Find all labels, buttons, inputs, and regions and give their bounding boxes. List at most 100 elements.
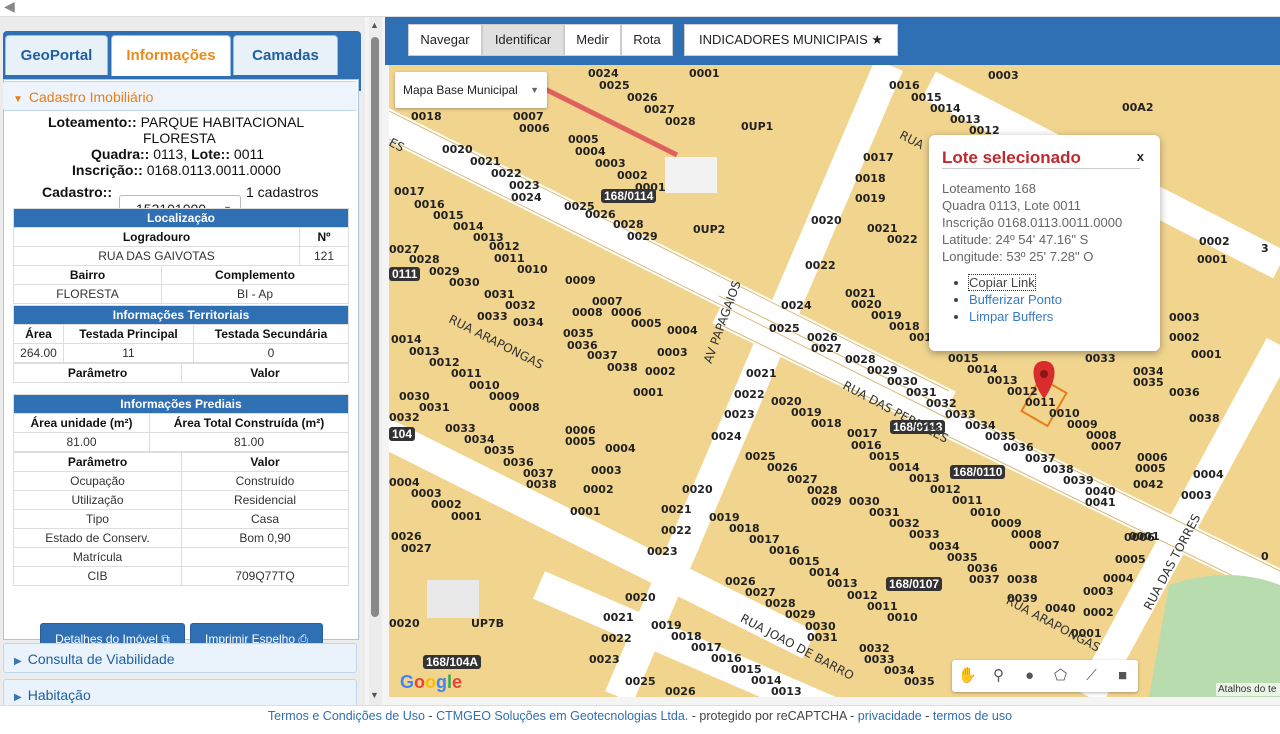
- popup-inscricao: Inscrição 0168.0113.0011.0000: [942, 215, 1123, 230]
- lot-label: 0002: [1169, 331, 1200, 344]
- rota-button[interactable]: Rota: [621, 24, 673, 56]
- lot-label: 0027: [811, 342, 842, 355]
- loteamento-value-2: FLORESTA: [143, 130, 216, 146]
- bufferizar-ponto-link[interactable]: Bufferizar Ponto: [969, 292, 1062, 307]
- polyline-icon[interactable]: ⟋: [1076, 660, 1107, 692]
- valor-header: Valor: [181, 452, 349, 472]
- lot-label: 0038: [1189, 412, 1220, 425]
- lot-label: 0020: [625, 591, 656, 604]
- territoriais-title: Informações Territoriais: [13, 305, 349, 325]
- company-link[interactable]: CTMGEO Soluções em Geotecnologias Ltda.: [436, 709, 688, 723]
- lot-label: 0004: [667, 324, 698, 337]
- lot-label: 0041: [1085, 496, 1116, 509]
- inscricao-line: Inscrição:: 0168.0113.0011.0000: [72, 162, 281, 178]
- inscricao-value: 0168.0113.0011.0000: [146, 162, 281, 178]
- quadra-label: 168/0110: [950, 465, 1006, 479]
- indicadores-municipais-button[interactable]: INDICADORES MUNICIPAIS ★: [684, 24, 898, 56]
- scrollbar-thumb[interactable]: [371, 37, 379, 617]
- browser-topbar: ◀: [0, 0, 1280, 17]
- lot-label: 0021: [603, 611, 634, 624]
- lot-label: 0005: [565, 435, 596, 448]
- lot-label: 0001: [1129, 530, 1160, 543]
- lot-label: 0022: [805, 259, 836, 272]
- basemap-select[interactable]: Mapa Base Municipal ▼: [395, 72, 547, 108]
- lot-label: 0035: [1133, 376, 1164, 389]
- section-cadastro-imobiliario[interactable]: ▼ Cadastro Imobiliário: [3, 81, 357, 111]
- lot-label: 0001: [570, 505, 601, 518]
- medir-button[interactable]: Medir: [564, 24, 621, 56]
- lot-label: 0040: [1045, 602, 1076, 615]
- param-key: Ocupação: [13, 471, 182, 491]
- basemap-label: Mapa Base Municipal: [403, 83, 518, 97]
- lot-label: 0020: [682, 483, 713, 496]
- cadastro-count: 1 cadastros: [246, 184, 319, 200]
- parametro-header: Parâmetro: [13, 363, 182, 383]
- section-consulta-viabilidade[interactable]: ▶ Consulta de Viabilidade: [3, 643, 357, 673]
- caret-right-icon: ▶: [14, 656, 22, 667]
- privacy-link[interactable]: privacidade: [858, 709, 922, 723]
- identificar-button[interactable]: Identificar: [482, 24, 564, 56]
- popup-title: Lote selecionado: [942, 148, 1081, 167]
- rectangle-icon[interactable]: ■: [1107, 660, 1138, 692]
- area-total-value: 81.00: [149, 432, 349, 452]
- lot-label: 0001: [451, 510, 482, 523]
- lot-label: 0005: [1115, 553, 1146, 566]
- marker-dot: [1040, 370, 1048, 378]
- lot-label: 0031: [419, 401, 450, 414]
- lot-label: 0025: [599, 79, 630, 92]
- quadra-value: 0113,: [153, 146, 188, 162]
- lot-label: 0002: [1083, 606, 1114, 619]
- localizacao-title: Localização: [13, 208, 349, 228]
- circle-icon[interactable]: ●: [1014, 660, 1045, 692]
- lot-label: 0025: [769, 322, 800, 335]
- navegar-button[interactable]: Navegar: [408, 24, 482, 56]
- tab-informacoes[interactable]: Informações: [111, 35, 231, 76]
- lot-label: 0003: [1083, 585, 1114, 598]
- scroll-up-icon[interactable]: ▲: [370, 20, 379, 30]
- scroll-down-icon[interactable]: ▼: [370, 690, 379, 700]
- param-value: Construído: [181, 471, 349, 491]
- keyboard-shortcuts-link[interactable]: Atalhos do te: [1216, 683, 1280, 696]
- hand-icon[interactable]: ✋: [952, 660, 983, 692]
- lot-label: 0036: [1169, 386, 1200, 399]
- bairro-value: FLORESTA: [13, 284, 162, 304]
- tos-link[interactable]: termos de uso: [933, 709, 1012, 723]
- lot-label: 0004: [605, 442, 636, 455]
- google-logo: Google: [400, 672, 463, 692]
- table-row: Matrícula: [13, 547, 349, 567]
- lot-label: 0018: [411, 110, 442, 123]
- limpar-buffers-link[interactable]: Limpar Buffers: [969, 309, 1053, 324]
- lot-label: 0UP2: [693, 223, 726, 236]
- marker-icon[interactable]: ⚲: [983, 660, 1014, 692]
- lot-label: 0007: [1029, 539, 1060, 552]
- quadra-label: 104: [389, 427, 416, 441]
- lot-label: 0028: [665, 115, 696, 128]
- param-value: Casa: [181, 509, 349, 529]
- lot-label: 0023: [724, 408, 755, 421]
- back-arrow-icon[interactable]: ◀: [4, 0, 15, 15]
- terms-link[interactable]: Termos e Condições de Uso: [268, 709, 425, 723]
- close-icon[interactable]: x: [1137, 149, 1144, 164]
- param-value: Residencial: [181, 490, 349, 510]
- lot-label: 0003: [1181, 489, 1212, 502]
- lot-label: 0002: [1199, 235, 1230, 248]
- polygon-icon[interactable]: ⬠: [1045, 660, 1076, 692]
- parametro-header: Parâmetro: [13, 452, 182, 472]
- lot-label: 0033: [1085, 352, 1116, 365]
- loteamento-value: PARQUE HABITACIONAL: [140, 114, 305, 130]
- lot-label: 0038: [607, 361, 638, 374]
- bairro-header: Bairro: [13, 265, 162, 285]
- prediais-title: Informações Prediais: [13, 394, 349, 414]
- lot-label: 0026: [665, 685, 696, 697]
- lot-label: 0029: [811, 495, 842, 508]
- footer: Termos e Condições de Uso - CTMGEO Soluç…: [0, 705, 1280, 734]
- tab-geoportal[interactable]: GeoPortal: [5, 35, 108, 75]
- lot-label: 0003: [657, 346, 688, 359]
- logradouro-header: Logradouro: [13, 227, 300, 247]
- popup-quadra-lote: Quadra 0113, Lote 0011: [942, 198, 1082, 213]
- copiar-link[interactable]: Copiar Link: [968, 274, 1036, 291]
- lot-label: 0033: [477, 310, 508, 323]
- lot-label: 0UP1: [741, 120, 774, 133]
- lot-label: 00A2: [1122, 101, 1154, 114]
- tab-camadas[interactable]: Camadas: [233, 35, 338, 75]
